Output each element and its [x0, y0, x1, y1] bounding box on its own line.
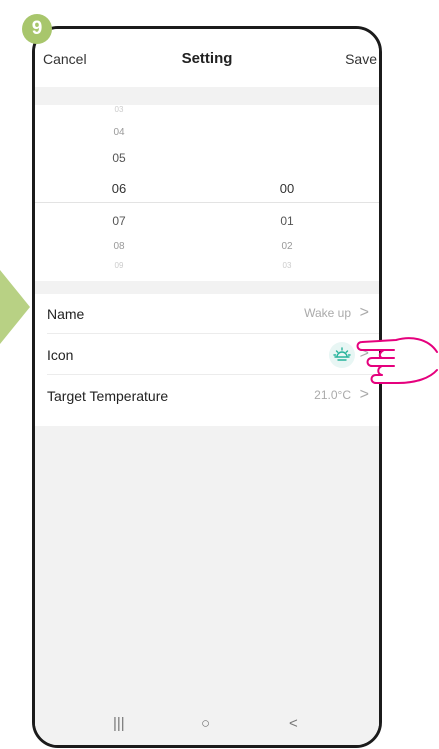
section-divider [35, 281, 379, 294]
minute-option[interactable]: 03 [267, 261, 307, 270]
row-divider [47, 333, 379, 334]
hour-option[interactable]: 07 [99, 214, 139, 228]
hour-option[interactable]: 04 [99, 127, 139, 138]
pointing-hand-icon [356, 337, 438, 384]
minute-option-selected[interactable]: 00 [267, 181, 307, 196]
hour-option-selected[interactable]: 06 [99, 181, 139, 196]
target-temperature-value: 21.0°C [314, 388, 351, 402]
name-row[interactable]: Name Wake up > [35, 294, 379, 334]
step-number-badge: 9 [22, 14, 52, 44]
hour-option[interactable]: 03 [99, 105, 139, 114]
name-value: Wake up [304, 306, 351, 320]
target-temperature-row[interactable]: Target Temperature 21.0°C > [35, 376, 379, 416]
row-divider [47, 374, 379, 375]
section-divider [35, 87, 379, 105]
time-picker[interactable]: 03 04 05 06 07 08 09 00 01 02 03 [35, 105, 379, 281]
save-button[interactable]: Save [345, 51, 377, 67]
picker-selection-line [35, 202, 379, 203]
hour-option[interactable]: 09 [99, 261, 139, 270]
minute-option[interactable]: 01 [267, 214, 307, 228]
icon-row[interactable]: Icon > [35, 335, 379, 375]
hour-option[interactable]: 08 [99, 241, 139, 252]
hour-option[interactable]: 05 [99, 151, 139, 165]
minute-option[interactable]: 02 [267, 241, 307, 252]
header-bar: Cancel Setting Save [35, 29, 379, 87]
home-button[interactable]: ○ [201, 715, 210, 732]
name-label: Name [47, 306, 85, 322]
recent-apps-button[interactable]: ||| [113, 715, 125, 732]
empty-area [35, 426, 379, 745]
system-nav-bar: ||| ○ < [35, 703, 379, 745]
target-temperature-label: Target Temperature [47, 388, 169, 404]
page-title: Setting [181, 50, 233, 67]
phone-frame: Cancel Setting Save 03 04 05 06 07 08 09… [32, 26, 382, 748]
pointer-arrow-icon [0, 270, 30, 344]
icon-label: Icon [47, 347, 74, 363]
back-button[interactable]: < [289, 715, 298, 732]
chevron-right-icon: > [359, 304, 369, 321]
